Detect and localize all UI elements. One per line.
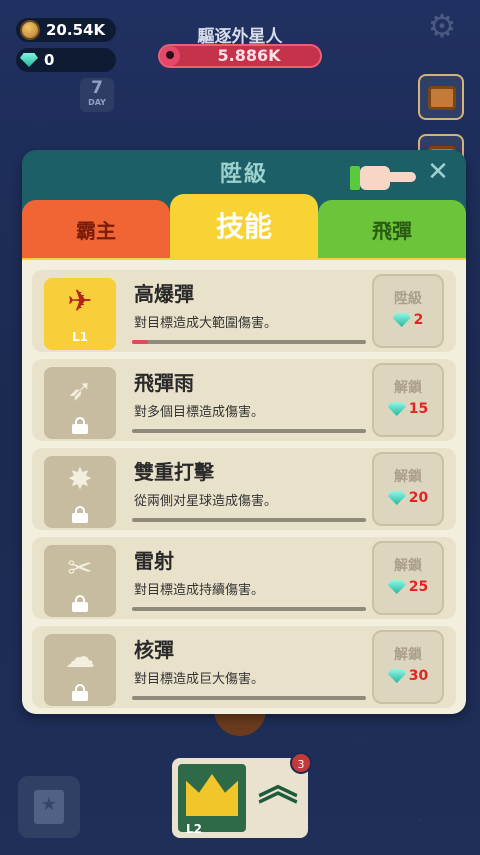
unlock-button[interactable]: 解鎖 25 <box>372 541 444 615</box>
action-label: 解鎖 <box>394 380 422 396</box>
cost-value: 25 <box>408 579 429 595</box>
cost-value: 15 <box>408 401 429 417</box>
skill-level: L1 <box>72 330 88 344</box>
notification-badge: 3 <box>290 752 312 774</box>
tab-skill[interactable]: 技能 <box>170 194 318 262</box>
action-label: 陞級 <box>394 291 422 307</box>
upgrade-button[interactable]: 陞級 2 <box>372 274 444 348</box>
lock-icon <box>72 684 88 701</box>
skill-desc: 從兩側对星球造成傷害。 <box>134 494 278 509</box>
book-button[interactable]: ★ <box>18 776 80 838</box>
skill-progress-fill <box>132 340 149 344</box>
missile-rain-icon: ➶ <box>44 367 116 439</box>
day-label: DAY <box>88 98 106 107</box>
laser-satellite-icon: ✂ <box>44 545 116 617</box>
chest-icon <box>428 86 456 110</box>
close-button[interactable]: ✕ <box>424 158 452 186</box>
skill-row: ☁ 核彈 對目標造成巨大傷害。 解鎖 30 <box>32 626 456 708</box>
skill-name: 飛彈雨 <box>134 371 194 395</box>
chest-button[interactable] <box>418 74 464 120</box>
skill-name: 核彈 <box>134 638 174 662</box>
crown-icon <box>186 774 238 808</box>
lock-icon <box>72 595 88 612</box>
cost-value: 2 <box>413 312 424 328</box>
tab-missile[interactable]: 飛彈 <box>318 200 466 262</box>
double-strike-icon: ✸ <box>44 456 116 528</box>
gem-icon <box>387 491 406 505</box>
action-label: 解鎖 <box>394 469 422 485</box>
gear-icon[interactable]: ⚙ <box>426 10 458 42</box>
skill-row: ➶ 飛彈雨 對多個目標造成傷害。 解鎖 15 <box>32 359 456 441</box>
skill-row: ✂ 雷射 對目標造成持續傷害。 解鎖 25 <box>32 537 456 619</box>
cost-value: 20 <box>408 490 429 506</box>
unlock-button[interactable]: 解鎖 15 <box>372 363 444 437</box>
bomb-icon: ✈ L1 <box>44 278 116 350</box>
lock-icon <box>72 506 88 523</box>
overlord-upgrade-card[interactable]: L2 ︽ <box>172 758 308 838</box>
unlock-button[interactable]: 解鎖 30 <box>372 630 444 704</box>
skill-row: ✸ 雙重打擊 從兩側对星球造成傷害。 解鎖 20 <box>32 448 456 530</box>
alien-icon <box>160 46 180 66</box>
book-icon: ★ <box>34 790 64 824</box>
skill-desc: 對目標造成巨大傷害。 <box>134 672 265 687</box>
skill-progress <box>132 696 366 700</box>
mission-progress-bar: 5.886K <box>158 44 322 68</box>
pointer-hand-icon <box>350 164 416 192</box>
gem-icon <box>20 53 38 67</box>
cost-value: 30 <box>408 668 429 684</box>
skill-desc: 對目標造成大範圍傷害。 <box>134 316 278 331</box>
crown-box: L2 <box>178 764 246 836</box>
gem-icon <box>392 313 411 327</box>
action-label: 解鎖 <box>394 558 422 574</box>
gem-counter: 0 <box>16 48 116 72</box>
day-number: 7 <box>91 78 103 98</box>
crown-base <box>186 808 238 816</box>
coin-value: 20.54K <box>46 21 106 39</box>
skill-desc: 對多個目標造成傷害。 <box>134 405 265 420</box>
gem-value: 0 <box>44 51 55 69</box>
tab-overlord[interactable]: 霸主 <box>22 200 170 262</box>
nuke-icon: ☁ <box>44 634 116 706</box>
skill-progress <box>132 429 366 433</box>
skill-name: 雙重打擊 <box>134 460 214 484</box>
skill-desc: 對目標造成持續傷害。 <box>134 583 265 598</box>
unlock-button[interactable]: 解鎖 20 <box>372 452 444 526</box>
coin-icon <box>20 20 40 40</box>
gem-icon <box>387 669 406 683</box>
skill-name: 高爆彈 <box>134 282 194 306</box>
skill-row: ✈ L1 高爆彈 對目標造成大範圍傷害。 陞級 2 <box>32 270 456 352</box>
mission-value: 5.886K <box>217 46 281 65</box>
skill-progress <box>132 607 366 611</box>
gem-icon <box>387 580 406 594</box>
skill-progress <box>132 340 366 344</box>
gem-icon <box>387 402 406 416</box>
level-label: L2 <box>186 822 202 836</box>
skill-list: ✈ L1 高爆彈 對目標造成大範圍傷害。 陞級 2 ➶ 飛彈雨 對多個目標造成傷… <box>22 260 466 714</box>
upgrade-modal: 陞級 ✕ 霸主 技能 飛彈 ✈ L1 高爆彈 對目標造成大範圍傷害。 陞級 2 … <box>22 150 466 714</box>
coin-counter: 20.54K <box>16 18 116 42</box>
skill-name: 雷射 <box>134 549 174 573</box>
day-badge[interactable]: 7 DAY <box>80 78 114 112</box>
tab-bar: 霸主 技能 飛彈 <box>22 194 466 262</box>
action-label: 解鎖 <box>394 647 422 663</box>
upgrade-arrows-icon: ︽ <box>258 763 298 809</box>
lock-icon <box>72 417 88 434</box>
skill-progress <box>132 518 366 522</box>
